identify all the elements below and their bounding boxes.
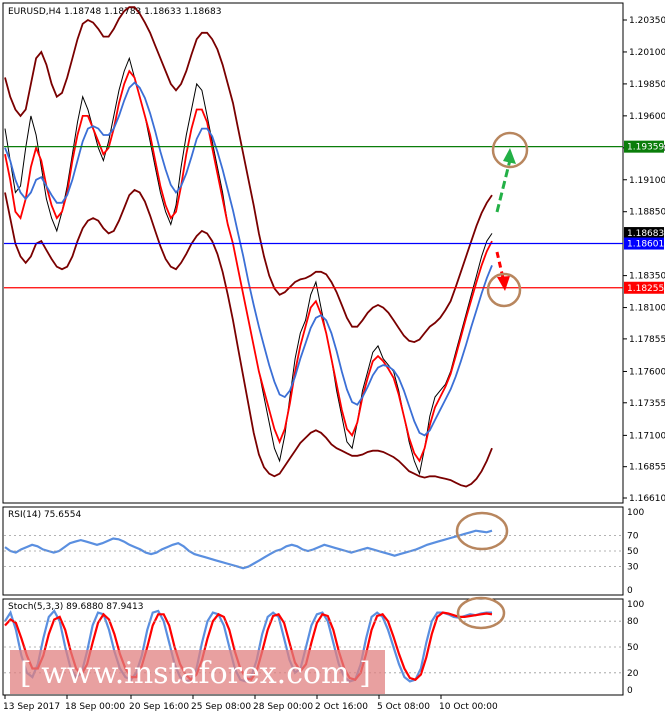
time-tick-label: 25 Sep 08:00 xyxy=(191,702,251,712)
price-axis-ticks: 1.203501.201001.198501.196001.193501.191… xyxy=(623,16,665,504)
price-panel-frame xyxy=(2,2,624,504)
resistance-level-label: 1.19359 xyxy=(627,143,664,153)
indicator-tick-label: 0 xyxy=(627,686,633,696)
price-tick-label: 1.19600 xyxy=(629,112,665,122)
stoch-panel-header: Stoch(5,3,3) 89.6880 87.9413 xyxy=(8,602,143,612)
watermark-text: [ www.instaforex.com ] xyxy=(20,656,371,691)
time-tick-label: 10 Oct 00:00 xyxy=(439,702,498,712)
price-tick-label: 1.19850 xyxy=(629,80,665,90)
price-tick-label: 1.16610 xyxy=(629,494,665,504)
price-panel-header: EURUSD,H4 1.18748 1.18783 1.18633 1.1868… xyxy=(8,7,221,17)
time-tick-label: 18 Sep 00:00 xyxy=(65,702,125,712)
price-tick-label: 1.17100 xyxy=(629,431,665,441)
price-tick-label: 1.20100 xyxy=(629,48,665,58)
price-tick-label: 1.20350 xyxy=(629,16,665,26)
eurusd-chart: EURUSD,H4 1.18748 1.18783 1.18633 1.1868… xyxy=(0,0,665,716)
time-tick-label: 20 Sep 16:00 xyxy=(129,702,189,712)
indicator-tick-label: 80 xyxy=(627,617,639,627)
indicator-tick-label: 100 xyxy=(627,508,644,518)
time-tick-label: 28 Sep 00:00 xyxy=(253,702,313,712)
indicator-tick-label: 20 xyxy=(627,669,639,679)
price-tick-label: 1.18100 xyxy=(629,304,665,314)
price-tick-label: 1.17355 xyxy=(629,399,665,409)
support-level-label: 1.18255 xyxy=(627,284,664,294)
indicator-tick-label: 0 xyxy=(627,586,633,596)
price-tick-label: 1.17600 xyxy=(629,367,665,377)
price-tick-label: 1.19100 xyxy=(629,176,665,186)
price-tick-label: 1.17855 xyxy=(629,335,665,345)
price-tick-label: 1.16855 xyxy=(629,463,665,473)
time-tick-label: 2 Oct 16:00 xyxy=(315,702,368,712)
time-axis-labels: 13 Sep 2017 18 Sep 00:00 20 Sep 16:00 25 Se… xyxy=(3,695,498,712)
rsi-panel-header: RSI(14) 75.6554 xyxy=(8,510,81,520)
time-tick-label: 13 Sep 2017 xyxy=(3,702,60,712)
pivot-level-label: 1.18601 xyxy=(627,240,664,250)
price-tick-label: 1.18850 xyxy=(629,208,665,218)
indicator-tick-label: 30 xyxy=(627,563,639,573)
indicator-tick-label: 70 xyxy=(627,531,639,541)
time-tick-label: 5 Oct 08:00 xyxy=(377,702,430,712)
price-tick-label: 1.18350 xyxy=(629,272,665,282)
indicator-tick-label: 50 xyxy=(627,643,639,653)
indicator-tick-label: 50 xyxy=(627,547,639,557)
indicator-tick-label: 100 xyxy=(627,600,644,610)
